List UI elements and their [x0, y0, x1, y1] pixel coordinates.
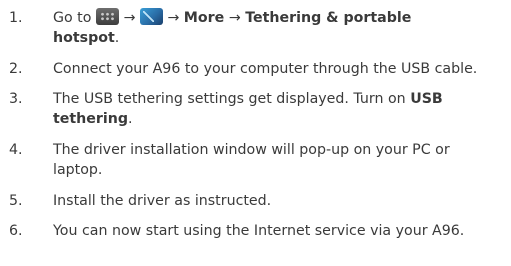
period: .: [128, 111, 133, 127]
step-number: 3.: [9, 91, 23, 107]
tethering-menu-label: Tethering & portable: [245, 10, 412, 26]
step-line: laptop.: [53, 162, 103, 178]
step-number: 5.: [9, 193, 23, 209]
step-number: 6.: [9, 223, 23, 239]
step-line: Go to → → More → Tethering & portable: [53, 8, 505, 28]
step-number: 1.: [9, 10, 23, 26]
step-line: tethering.: [53, 109, 505, 129]
step-line: The USB tethering settings get displayed…: [53, 89, 505, 109]
step-number: 4.: [9, 142, 23, 158]
step-number: 2.: [9, 61, 23, 77]
apps-icon: [95, 8, 119, 25]
step-line: hotspot.: [53, 28, 505, 48]
period: .: [114, 30, 120, 46]
step-text: Install the driver as instructed.: [53, 193, 272, 209]
arrow: →: [228, 10, 241, 26]
arrow: →: [167, 10, 180, 26]
step-text: Go to → → More → Tethering & portable ho…: [53, 8, 505, 48]
settings-icon: [139, 8, 163, 25]
step-text: The driver installation window will pop-…: [53, 140, 505, 180]
more-menu-label: More: [183, 10, 225, 26]
step-text: Connect your A96 to your computer throug…: [53, 61, 478, 77]
go-to-text: Go to: [53, 10, 92, 26]
tethering-label: tethering: [53, 111, 129, 127]
step-text: You can now start using the Internet ser…: [53, 223, 465, 239]
usb-label: USB: [410, 91, 443, 107]
instruction-list: 1. Go to → → More → Tethering & portable…: [0, 0, 511, 266]
step-line: The driver installation window will pop-…: [53, 142, 450, 158]
step-text: The USB tethering settings get displayed…: [53, 89, 505, 129]
step-text-part: The USB tethering settings get displayed…: [53, 91, 406, 107]
arrow: →: [123, 10, 136, 26]
hotspot-label: hotspot: [53, 30, 115, 46]
